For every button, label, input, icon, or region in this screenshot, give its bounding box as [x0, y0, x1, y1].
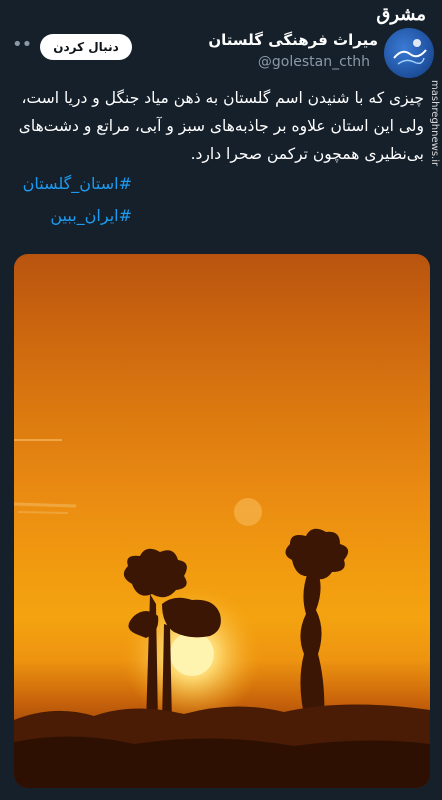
account-display-name[interactable]: میراث فرهنگی گلستان	[208, 31, 378, 49]
tweet-media-image[interactable]	[14, 254, 430, 788]
golestan-province-logo-icon	[393, 39, 427, 65]
tweet-text: چیزی که با شنیدن اسم گلستان به ذهن میاد …	[18, 89, 424, 163]
follow-button[interactable]: دنبال کردن	[40, 34, 132, 60]
watermark-site: mashreghnews.ir	[429, 80, 440, 167]
account-handle[interactable]: @golestan_cthh	[258, 54, 370, 70]
more-options-icon[interactable]: ••	[12, 36, 32, 54]
hashtag-see-iran[interactable]: #ایران_ببین	[50, 206, 132, 225]
sunset-photo-icon	[14, 439, 430, 788]
watermark-brand: مشرق	[376, 4, 426, 25]
hashtag-golestan-province[interactable]: #استان_گلستان	[23, 174, 132, 193]
avatar[interactable]	[384, 28, 434, 78]
